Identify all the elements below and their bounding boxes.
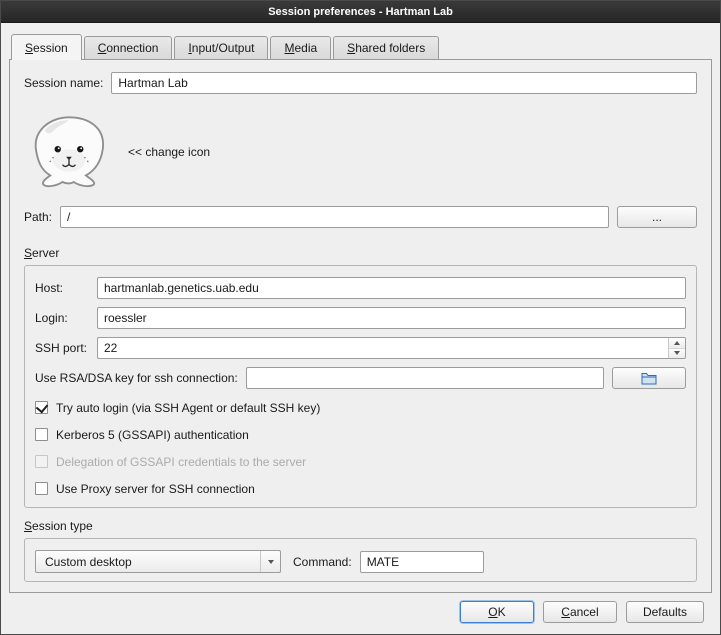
seal-session-icon[interactable]: [24, 111, 114, 193]
ssh-port-spin-buttons: [668, 338, 685, 358]
login-label: Login:: [35, 311, 97, 325]
auto-login-label: Try auto login (via SSH Agent or default…: [56, 401, 320, 415]
tab-input-output[interactable]: Input/Output: [174, 36, 268, 59]
folder-icon: [641, 372, 657, 385]
gssapi-delegation-checkbox-row: Delegation of GSSAPI credentials to the …: [35, 451, 686, 472]
rsa-key-row: Use RSA/DSA key for ssh connection:: [35, 367, 686, 389]
tab-media[interactable]: Media: [270, 36, 331, 59]
arrow-up-icon: [674, 341, 680, 345]
host-row: Host:: [35, 277, 686, 299]
session-type-dropdown[interactable]: Custom desktop: [35, 550, 281, 573]
session-type-groupbox: Custom desktop Command:: [24, 538, 697, 582]
session-tab-pane: Session name: << change icon: [9, 59, 712, 593]
dialog-body: Session Connection Input/Output Media Sh…: [1, 34, 720, 623]
host-input[interactable]: [97, 277, 686, 299]
gssapi-delegation-checkbox: [35, 455, 48, 468]
spin-down-button[interactable]: [669, 349, 685, 359]
session-name-label: Session name:: [24, 76, 103, 90]
path-label: Path:: [24, 210, 52, 224]
path-browse-button[interactable]: ...: [617, 206, 697, 228]
window-titlebar[interactable]: Session preferences - Hartman Lab: [1, 1, 720, 23]
arrow-down-icon: [674, 351, 680, 355]
command-input[interactable]: [360, 551, 484, 573]
proxy-checkbox[interactable]: [35, 482, 48, 495]
command-label: Command:: [293, 555, 352, 569]
auto-login-checkbox-row[interactable]: Try auto login (via SSH Agent or default…: [35, 397, 686, 418]
dropdown-arrow-zone: [260, 551, 280, 572]
cancel-button[interactable]: Cancel: [543, 601, 617, 623]
spin-up-button[interactable]: [669, 338, 685, 349]
session-type-row: Custom desktop Command:: [35, 550, 686, 573]
dialog-footer: OK Cancel Defaults: [9, 593, 712, 623]
rsa-key-input[interactable]: [246, 367, 604, 389]
ok-button[interactable]: OK: [460, 601, 534, 623]
session-type-selected: Custom desktop: [45, 555, 132, 569]
proxy-label: Use Proxy server for SSH connection: [56, 482, 255, 496]
window-title: Session preferences - Hartman Lab: [268, 6, 453, 18]
host-label: Host:: [35, 281, 97, 295]
session-name-row: Session name:: [24, 72, 697, 94]
path-row: Path: ...: [24, 206, 697, 228]
defaults-button[interactable]: Defaults: [626, 601, 704, 623]
tab-shared-folders[interactable]: Shared folders: [333, 36, 439, 59]
ssh-port-label: SSH port:: [35, 341, 97, 355]
kerberos-label: Kerberos 5 (GSSAPI) authentication: [56, 428, 249, 442]
path-input[interactable]: [60, 206, 609, 228]
ssh-port-row: SSH port:: [35, 337, 686, 359]
change-icon-label[interactable]: << change icon: [128, 145, 210, 159]
session-preferences-window: { "window": { "title": "Session preferen…: [0, 0, 721, 635]
auto-login-checkbox[interactable]: [35, 401, 48, 414]
session-type-group-label: Session type: [24, 519, 697, 533]
rsa-key-label: Use RSA/DSA key for ssh connection:: [35, 371, 238, 385]
server-groupbox: Host: Login: SSH port: Use RSA/DSA k: [24, 265, 697, 508]
proxy-checkbox-row[interactable]: Use Proxy server for SSH connection: [35, 478, 686, 499]
tab-session[interactable]: Session: [11, 34, 82, 60]
kerberos-checkbox[interactable]: [35, 428, 48, 441]
ssh-port-spinbox: [97, 337, 686, 359]
session-icon-row: << change icon: [24, 106, 697, 198]
server-group-label: Server: [24, 246, 697, 260]
kerberos-checkbox-row[interactable]: Kerberos 5 (GSSAPI) authentication: [35, 424, 686, 445]
rsa-key-browse-button[interactable]: [612, 367, 686, 389]
login-row: Login:: [35, 307, 686, 329]
login-input[interactable]: [97, 307, 686, 329]
chevron-down-icon: [268, 560, 274, 564]
session-name-input[interactable]: [111, 72, 697, 94]
gssapi-delegation-label: Delegation of GSSAPI credentials to the …: [56, 455, 306, 469]
ssh-port-input[interactable]: [97, 337, 686, 359]
tab-connection[interactable]: Connection: [84, 36, 173, 59]
tab-bar: Session Connection Input/Output Media Sh…: [9, 34, 712, 59]
